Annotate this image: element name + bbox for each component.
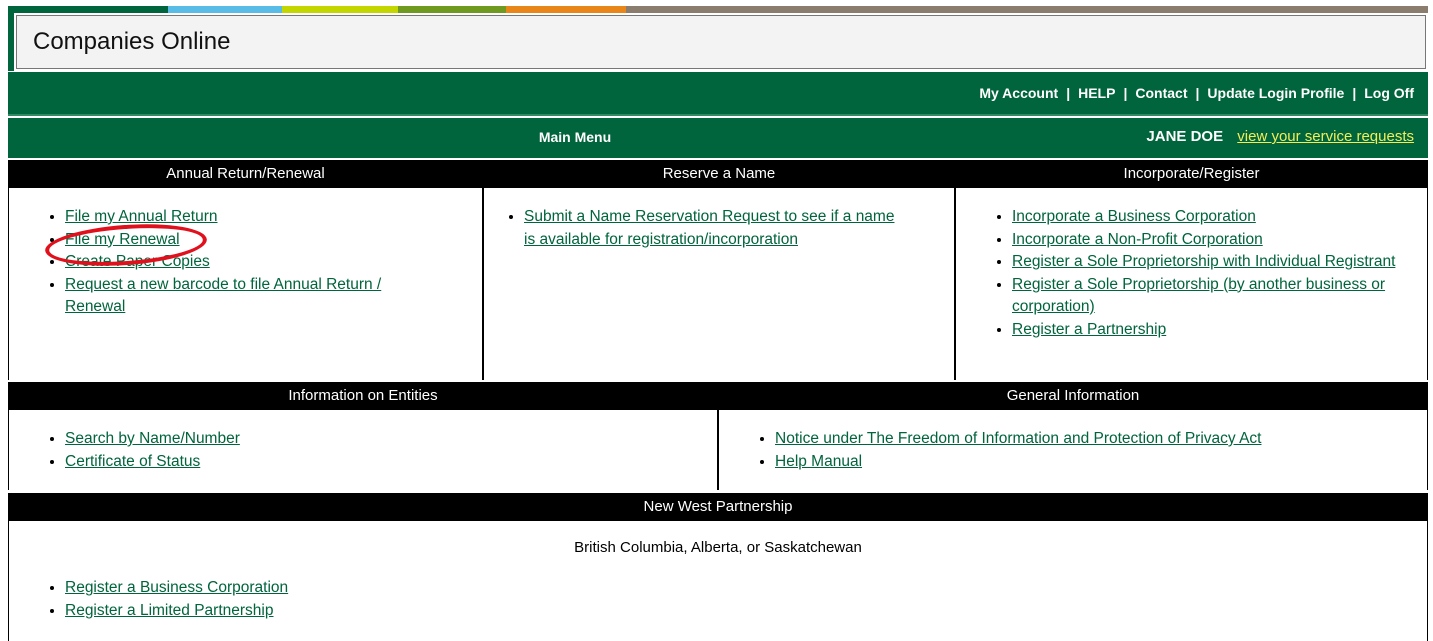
request-barcode-link[interactable]: Request a new barcode to file Annual Ret… — [65, 276, 381, 316]
incorporate-panel: Incorporate/Register Incorporate a Busin… — [956, 160, 1427, 380]
annual-return-panel: Annual Return/Renewal File my Annual Ret… — [9, 160, 482, 380]
strip-segment-orange — [506, 6, 626, 13]
reserve-name-list: Submit a Name Reservation Request to see… — [484, 206, 954, 251]
search-name-number-link[interactable]: Search by Name/Number — [65, 430, 240, 447]
register-business-corp-link[interactable]: Register a Business Corporation — [65, 579, 288, 596]
list-item: Search by Name/Number — [65, 428, 717, 451]
general-info-list: Notice under The Freedom of Information … — [719, 428, 1427, 473]
strip-segment-taupe — [626, 6, 1428, 13]
services-row-1: Annual Return/Renewal File my Annual Ret… — [8, 160, 1428, 380]
nwp-list: Register a Business Corporation Register… — [9, 577, 1427, 622]
nav-separator: | — [1352, 85, 1357, 101]
user-name: JANE DOE — [1146, 128, 1224, 145]
file-annual-return-link[interactable]: File my Annual Return — [65, 208, 218, 225]
general-info-header: General Information — [719, 382, 1427, 410]
new-west-partnership-panel: New West Partnership British Columbia, A… — [8, 493, 1428, 641]
title-accent-bar — [8, 13, 14, 71]
list-item: Request a new barcode to file Annual Ret… — [65, 274, 482, 319]
register-partnership-link[interactable]: Register a Partnership — [1012, 321, 1166, 338]
help-link[interactable]: HELP — [1078, 85, 1115, 101]
entities-panel: Information on Entities Search by Name/N… — [9, 382, 719, 490]
incorporate-list: Incorporate a Business Corporation Incor… — [956, 206, 1427, 341]
reserve-name-header: Reserve a Name — [484, 160, 954, 188]
nav-separator: | — [1123, 85, 1128, 101]
list-item: Help Manual — [775, 451, 1427, 474]
list-item: Notice under The Freedom of Information … — [775, 428, 1427, 451]
app-header: Companies Online — [16, 15, 1426, 69]
file-renewal-link[interactable]: File my Renewal — [65, 231, 180, 248]
app-title: Companies Online — [33, 28, 231, 55]
list-item: Create Paper Copies — [65, 251, 482, 274]
incorporate-header: Incorporate/Register — [956, 160, 1427, 188]
services-row-2: Information on Entities Search by Name/N… — [8, 382, 1428, 490]
list-item: File my Renewal — [65, 229, 482, 252]
strip-segment-lime — [282, 6, 398, 13]
list-item: Register a Business Corporation — [65, 577, 1427, 600]
list-item: Register a Sole Proprietorship with Indi… — [1012, 251, 1417, 274]
main-menu-title: Main Menu — [538, 129, 612, 145]
privacy-act-notice-link[interactable]: Notice under The Freedom of Information … — [775, 430, 1262, 447]
strip-segment-blue — [168, 6, 282, 13]
nwp-header: New West Partnership — [8, 493, 1428, 521]
entities-list: Search by Name/Number Certificate of Sta… — [9, 428, 717, 473]
entities-header: Information on Entities — [9, 382, 717, 410]
incorporate-business-link[interactable]: Incorporate a Business Corporation — [1012, 208, 1256, 225]
my-account-link[interactable]: My Account — [979, 85, 1058, 101]
contact-link[interactable]: Contact — [1135, 85, 1187, 101]
annual-return-list: File my Annual Return File my Renewal Cr… — [9, 206, 482, 319]
list-item: Submit a Name Reservation Request to see… — [524, 206, 904, 251]
update-login-profile-link[interactable]: Update Login Profile — [1207, 85, 1344, 101]
service-requests-link[interactable]: view your service requests — [1237, 128, 1414, 145]
log-off-link[interactable]: Log Off — [1364, 85, 1414, 101]
help-manual-link[interactable]: Help Manual — [775, 453, 862, 470]
strip-segment-olive — [398, 6, 506, 13]
nav-separator: | — [1195, 85, 1200, 101]
incorporate-nonprofit-link[interactable]: Incorporate a Non-Profit Corporation — [1012, 231, 1263, 248]
list-item: Incorporate a Non-Profit Corporation — [1012, 229, 1417, 252]
register-sole-prop-business-link[interactable]: Register a Sole Proprietorship (by anoth… — [1012, 276, 1385, 316]
list-item: Register a Partnership — [1012, 319, 1417, 342]
create-paper-copies-link[interactable]: Create Paper Copies — [65, 253, 210, 270]
nav-separator: | — [1066, 85, 1071, 101]
main-menu-bar: Main Menu JANE DOE view your service req… — [8, 118, 1428, 158]
strip-segment-green — [8, 6, 168, 13]
nwp-provinces: British Columbia, Alberta, or Saskatchew… — [574, 539, 862, 556]
list-item: Incorporate a Business Corporation — [1012, 206, 1417, 229]
list-item: File my Annual Return — [65, 206, 482, 229]
list-item: Register a Sole Proprietorship (by anoth… — [1012, 274, 1417, 319]
account-nav: My Account | HELP | Contact | Update Log… — [8, 72, 1428, 116]
brand-color-strip — [8, 6, 1428, 13]
list-item: Register a Limited Partnership — [65, 600, 1427, 623]
annual-return-header: Annual Return/Renewal — [9, 160, 482, 188]
name-reservation-link[interactable]: Submit a Name Reservation Request to see… — [524, 208, 894, 248]
reserve-name-panel: Reserve a Name Submit a Name Reservation… — [482, 160, 956, 380]
user-info: JANE DOE view your service requests — [1146, 128, 1414, 145]
register-sole-prop-individual-link[interactable]: Register a Sole Proprietorship with Indi… — [1012, 253, 1395, 270]
list-item: Certificate of Status — [65, 451, 717, 474]
certificate-status-link[interactable]: Certificate of Status — [65, 453, 200, 470]
general-info-panel: General Information Notice under The Fre… — [719, 382, 1427, 490]
register-limited-partnership-link[interactable]: Register a Limited Partnership — [65, 602, 274, 619]
